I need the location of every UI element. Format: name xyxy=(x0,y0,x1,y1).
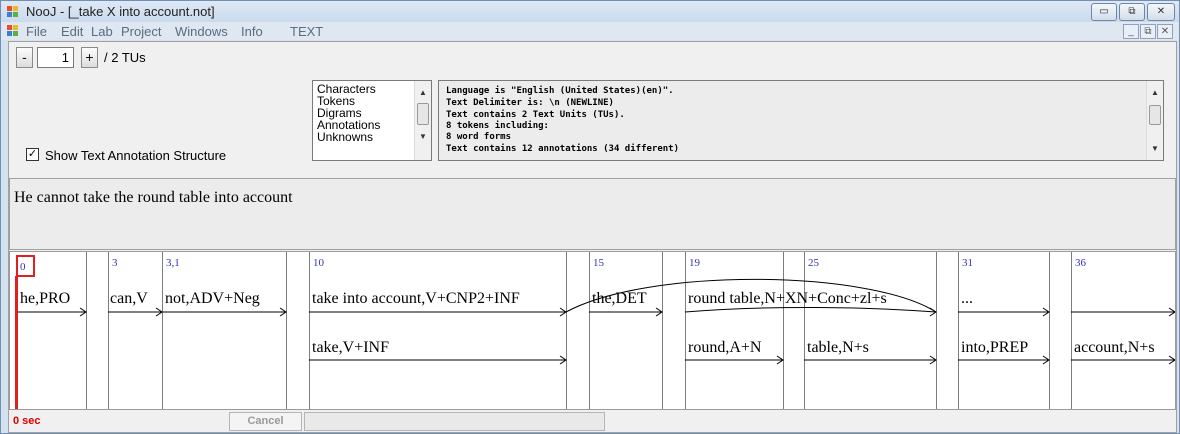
mdi-restore-button[interactable]: ⧉ xyxy=(1140,24,1156,39)
close-button[interactable]: ✕ xyxy=(1147,3,1175,21)
scroll-up-arrow-icon[interactable]: ▲ xyxy=(415,85,431,101)
text-unit-sentence: He cannot take the round table into acco… xyxy=(14,189,293,206)
menu-info[interactable]: Info xyxy=(241,24,263,39)
info-line: 8 word forms xyxy=(446,132,512,142)
info-line: Language is "English (United States)(en)… xyxy=(446,86,674,96)
window-title: NooJ - [_take X into account.not] xyxy=(26,4,215,19)
nooj-app-icon xyxy=(7,6,19,18)
list-item-unknowns[interactable]: Unknowns xyxy=(317,131,373,143)
info-line: 8 tokens including: xyxy=(446,121,549,131)
cancel-button[interactable]: Cancel xyxy=(229,412,302,431)
scroll-down-arrow-icon[interactable]: ▼ xyxy=(1147,141,1163,157)
menu-file[interactable]: File xyxy=(26,24,47,39)
text-info-box[interactable]: Language is "English (United States)(en)… xyxy=(438,80,1164,161)
text-document-panel: - 1 + / 2 TUs ✓ Show Text Annotation Str… xyxy=(8,41,1177,433)
show-tas-checkbox[interactable]: ✓ xyxy=(26,148,39,161)
info-line: Text Delimiter is: \n (NEWLINE) xyxy=(446,98,614,108)
text-unit-display[interactable]: He cannot take the round table into acco… xyxy=(9,178,1176,250)
menu-edit[interactable]: Edit xyxy=(61,24,83,39)
scroll-thumb[interactable] xyxy=(1149,105,1161,125)
elapsed-time: 0 sec xyxy=(13,415,41,427)
scroll-up-arrow-icon[interactable]: ▲ xyxy=(1147,85,1163,101)
menu-lab[interactable]: Lab xyxy=(91,24,113,39)
nooj-window: NooJ - [_take X into account.not] ▭ ⧉ ✕ … xyxy=(0,0,1180,434)
title-bar[interactable]: NooJ - [_take X into account.not] ▭ ⧉ ✕ xyxy=(1,1,1179,23)
show-tas-label[interactable]: Show Text Annotation Structure xyxy=(45,148,226,163)
menu-text[interactable]: TEXT xyxy=(290,24,323,39)
menu-bar: File Edit Lab Project Windows Info TEXT … xyxy=(1,22,1179,40)
document-icon[interactable] xyxy=(7,25,19,37)
status-bar: 0 sec Cancel xyxy=(9,411,1176,432)
mdi-close-button[interactable]: ✕ xyxy=(1157,24,1173,39)
restore-button[interactable]: ⧉ xyxy=(1119,3,1145,21)
scroll-down-arrow-icon[interactable]: ▼ xyxy=(415,129,431,145)
minimize-button[interactable]: ▭ xyxy=(1091,3,1117,21)
previous-tu-button[interactable]: - xyxy=(16,47,33,68)
tu-number-input[interactable]: 1 xyxy=(37,47,74,68)
text-annotation-structure[interactable]: 0 3 3,1 10 15 19 25 31 36 he,PRO can,V n… xyxy=(9,251,1176,410)
tu-count-label: / 2 TUs xyxy=(104,50,146,65)
info-line: Text contains 2 Text Units (TUs). xyxy=(446,110,625,120)
transition-graph xyxy=(18,278,1175,365)
mdi-minimize-button[interactable]: _ xyxy=(1123,24,1139,39)
results-listbox[interactable]: Characters Tokens Digrams Annotations Un… xyxy=(312,80,432,161)
scroll-thumb[interactable] xyxy=(417,103,429,125)
progress-bar xyxy=(304,412,605,431)
menu-windows[interactable]: Windows xyxy=(175,24,228,39)
next-tu-button[interactable]: + xyxy=(81,47,98,68)
info-scrollbar[interactable]: ▲ ▼ xyxy=(1146,81,1163,160)
menu-project[interactable]: Project xyxy=(121,24,161,39)
info-line: Text contains 12 annotations (34 differe… xyxy=(446,144,679,154)
listbox-scrollbar[interactable]: ▲ ▼ xyxy=(414,81,431,160)
